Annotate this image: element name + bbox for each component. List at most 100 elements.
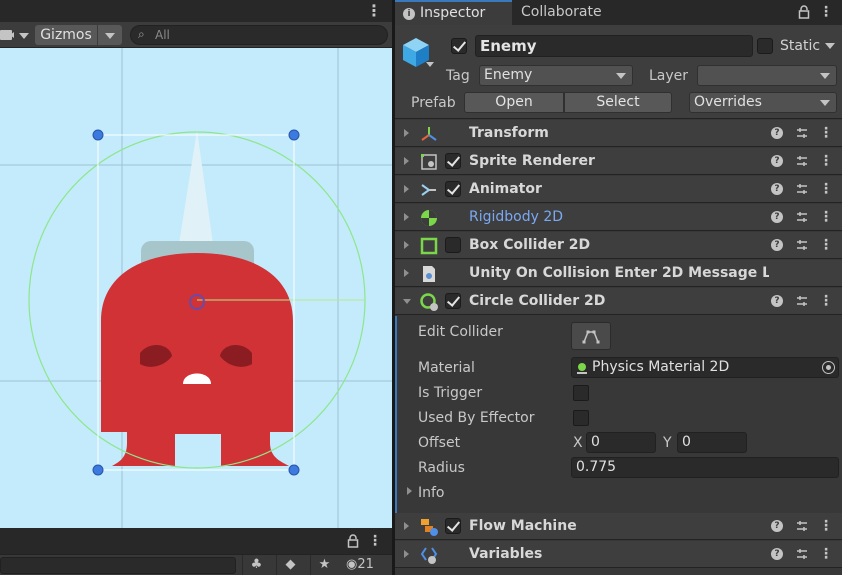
- offset-y-label[interactable]: Y: [663, 433, 672, 453]
- material-label: Material: [418, 360, 475, 376]
- chevron-down-icon[interactable]: [426, 62, 434, 67]
- rect-handle[interactable]: [92, 464, 104, 476]
- gameobject-header: Enemy Static Tag Enemy Layer Prefab Open…: [395, 25, 842, 119]
- preset-icon[interactable]: [795, 238, 809, 252]
- bottom-panel-menu-icon[interactable]: ⋮: [366, 532, 384, 550]
- foldout-arrow[interactable]: [404, 185, 409, 193]
- rect-handle[interactable]: [92, 129, 104, 141]
- preset-icon[interactable]: [795, 126, 809, 140]
- gizmos-dropdown[interactable]: [98, 25, 122, 45]
- prefab-select-button[interactable]: Select: [564, 92, 672, 113]
- preset-icon[interactable]: [795, 182, 809, 196]
- preset-icon[interactable]: [795, 210, 809, 224]
- component-animator[interactable]: Animator ? ⋮: [395, 176, 842, 203]
- inspector-menu-icon[interactable]: ⋮: [817, 3, 835, 21]
- gameobject-active-checkbox[interactable]: [451, 38, 467, 54]
- edit-collider-button[interactable]: [571, 322, 611, 350]
- offset-x-field[interactable]: 0: [586, 432, 656, 453]
- rect-handle[interactable]: [288, 129, 300, 141]
- component-enabled-checkbox[interactable]: [445, 293, 461, 309]
- material-object-field[interactable]: Physics Material 2D: [571, 357, 839, 378]
- tag-dropdown[interactable]: Enemy: [479, 65, 633, 86]
- help-icon[interactable]: ?: [771, 295, 783, 307]
- static-dropdown-arrow[interactable]: [825, 43, 835, 49]
- offset-x-label[interactable]: X: [573, 433, 583, 453]
- component-enabled-checkbox[interactable]: [445, 153, 461, 169]
- prefab-open-button[interactable]: Open: [464, 92, 564, 113]
- gameobject-name-field[interactable]: Enemy: [475, 35, 753, 57]
- preset-icon[interactable]: [795, 547, 809, 561]
- help-icon[interactable]: ?: [771, 155, 783, 167]
- gizmos-button[interactable]: Gizmos: [35, 25, 97, 45]
- is-trigger-checkbox[interactable]: [573, 385, 589, 401]
- foldout-arrow[interactable]: [404, 241, 409, 249]
- component-title: Transform: [469, 125, 549, 141]
- help-icon[interactable]: ?: [771, 211, 783, 223]
- bottom-search-input[interactable]: [0, 557, 236, 574]
- component-box-collider2d[interactable]: Box Collider 2D ? ⋮: [395, 232, 842, 259]
- offset-y-field[interactable]: 0: [677, 432, 747, 453]
- favorites-icon[interactable]: ★: [310, 555, 338, 575]
- component-title: Flow Machine: [469, 518, 577, 534]
- prefab-overrides-dropdown[interactable]: Overrides: [689, 92, 837, 113]
- component-flow-machine[interactable]: Flow Machine ? ⋮: [395, 513, 842, 540]
- filter-by-type-icon[interactable]: ♣: [242, 555, 270, 575]
- enemy-body: [101, 253, 293, 466]
- scene-canvas[interactable]: [0, 48, 392, 528]
- component-menu-icon[interactable]: ⋮: [819, 292, 833, 310]
- component-menu-icon[interactable]: ⋮: [819, 236, 833, 254]
- foldout-arrow[interactable]: [404, 213, 409, 221]
- layer-dropdown[interactable]: [697, 65, 837, 86]
- rect-handle[interactable]: [288, 464, 300, 476]
- static-checkbox[interactable]: [757, 38, 773, 54]
- foldout-arrow[interactable]: [404, 157, 409, 165]
- help-icon[interactable]: ?: [771, 239, 783, 251]
- component-collision-listener[interactable]: Unity On Collision Enter 2D Message Lis: [395, 260, 842, 287]
- enemy-sprite[interactable]: [101, 130, 293, 466]
- scene-menu-icon[interactable]: ⋮: [365, 2, 383, 20]
- object-picker-icon[interactable]: [822, 361, 835, 374]
- foldout-arrow[interactable]: [403, 299, 411, 304]
- component-enabled-checkbox[interactable]: [445, 181, 461, 197]
- info-foldout-arrow[interactable]: [407, 487, 412, 495]
- foldout-arrow[interactable]: [404, 550, 409, 558]
- camera-dropdown[interactable]: [0, 25, 32, 45]
- scene-search[interactable]: ⌕: [130, 25, 388, 45]
- component-menu-icon[interactable]: ⋮: [819, 180, 833, 198]
- help-icon[interactable]: ?: [771, 520, 783, 532]
- component-transform[interactable]: Transform ? ⋮: [395, 120, 842, 147]
- foldout-arrow[interactable]: [404, 269, 409, 277]
- component-sprite-renderer[interactable]: Sprite Renderer ? ⋮: [395, 148, 842, 175]
- component-title: Box Collider 2D: [469, 237, 591, 253]
- filter-by-label-icon[interactable]: ◆: [276, 555, 304, 575]
- tab-collaborate[interactable]: Collaborate: [513, 0, 623, 25]
- component-rigidbody2d[interactable]: Rigidbody 2D ? ⋮: [395, 204, 842, 231]
- component-menu-icon[interactable]: ⋮: [819, 124, 833, 142]
- lock-icon[interactable]: [346, 534, 360, 548]
- help-icon[interactable]: ?: [771, 548, 783, 560]
- component-enabled-checkbox[interactable]: [445, 237, 461, 253]
- help-icon[interactable]: ?: [771, 183, 783, 195]
- component-menu-icon[interactable]: ⋮: [819, 517, 833, 535]
- tab-inspector[interactable]: i Inspector: [395, 0, 512, 25]
- foldout-arrow[interactable]: [404, 129, 409, 137]
- component-menu-icon[interactable]: ⋮: [819, 208, 833, 226]
- preset-icon[interactable]: [795, 154, 809, 168]
- preset-icon[interactable]: [795, 519, 809, 533]
- scene-viewport[interactable]: [0, 48, 392, 528]
- info-foldout-label[interactable]: Info: [418, 483, 445, 503]
- component-enabled-checkbox[interactable]: [445, 518, 461, 534]
- used-by-effector-checkbox[interactable]: [573, 410, 589, 426]
- preset-icon[interactable]: [795, 294, 809, 308]
- component-menu-icon[interactable]: ⋮: [819, 152, 833, 170]
- physics-material-icon: [576, 361, 588, 374]
- component-menu-icon[interactable]: ⋮: [819, 545, 833, 563]
- hidden-packages-toggle[interactable]: ◉21: [346, 555, 390, 575]
- help-icon[interactable]: ?: [771, 127, 783, 139]
- component-variables[interactable]: Variables ? ⋮: [395, 541, 842, 568]
- radius-field[interactable]: 0.775: [571, 457, 839, 478]
- component-circle-collider2d[interactable]: Circle Collider 2D ? ⋮: [395, 288, 842, 315]
- scene-search-input[interactable]: [155, 27, 375, 43]
- foldout-arrow[interactable]: [404, 522, 409, 530]
- lock-icon[interactable]: [797, 5, 811, 19]
